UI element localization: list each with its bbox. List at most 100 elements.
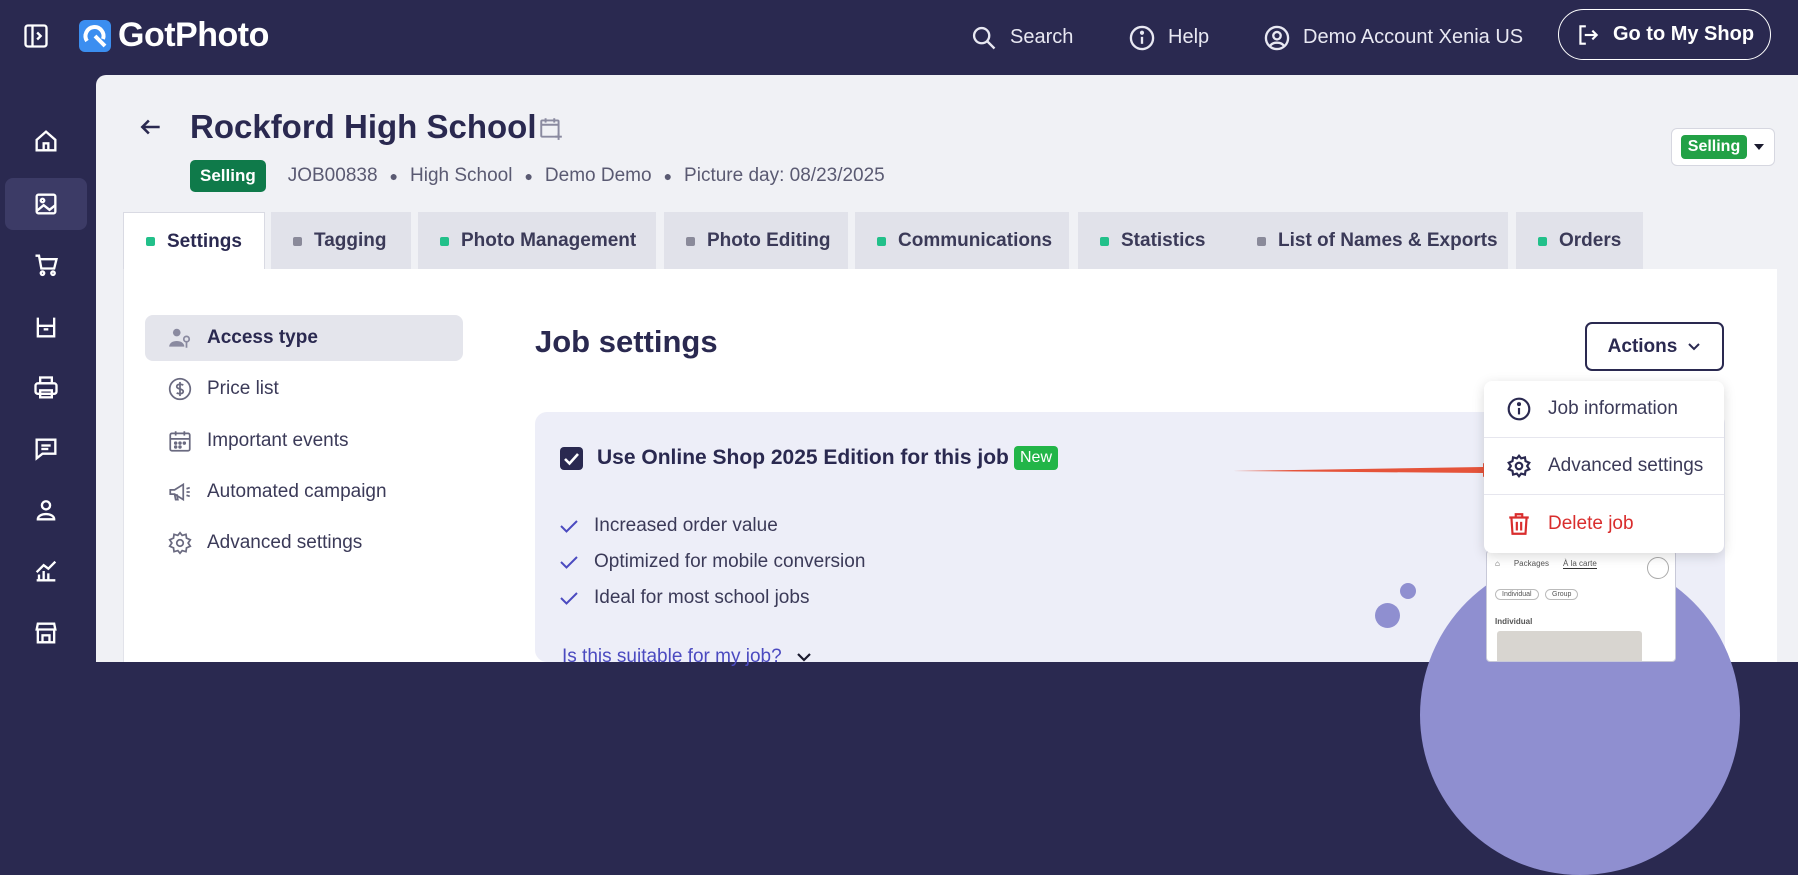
preview-photo	[1497, 631, 1642, 661]
preview-chip: Group	[1545, 589, 1579, 600]
tab-photo-management[interactable]: Photo Management	[418, 212, 656, 270]
account-icon	[1264, 25, 1290, 50]
chevron-down-icon	[796, 653, 811, 662]
image-icon	[35, 193, 57, 215]
sidebar-item-analytics[interactable]	[5, 545, 87, 597]
tab-communications[interactable]: Communications	[855, 212, 1069, 270]
search-link[interactable]: Search	[970, 0, 1073, 75]
shop-preview-image: ⌂ Packages À la carte Individual Group I…	[1486, 550, 1676, 662]
online-shop-checkbox[interactable]	[560, 447, 583, 470]
sidebar-item-orders[interactable]	[5, 239, 87, 291]
sidebar-item-store[interactable]	[5, 607, 87, 659]
sidebar-item-jobs[interactable]	[5, 178, 87, 230]
chart-icon	[35, 560, 57, 582]
meta-separator: ●	[524, 168, 533, 184]
sidebar-item-products[interactable]	[5, 301, 87, 353]
account-menu[interactable]: Demo Account Xenia US	[1263, 0, 1523, 75]
user-icon	[36, 500, 56, 521]
trash-icon	[1509, 512, 1529, 535]
help-info-icon	[1129, 25, 1155, 50]
back-arrow-icon[interactable]	[138, 114, 164, 140]
preview-tab: À la carte	[1562, 559, 1597, 569]
calendar-add-icon[interactable]	[538, 115, 564, 141]
menu-item-job-information[interactable]: Job information	[1484, 381, 1724, 438]
section-heading: Job settings	[535, 324, 718, 359]
check-icon	[560, 556, 578, 569]
calendar-icon	[169, 431, 191, 452]
settings-nav-advanced-settings[interactable]: Advanced settings	[145, 520, 463, 566]
printer-icon	[34, 376, 58, 399]
settings-nav-label: Important events	[207, 430, 349, 451]
logo[interactable]: GotPhoto	[78, 16, 269, 55]
tab-statistics[interactable]: Statistics	[1078, 212, 1250, 270]
chat-icon	[35, 438, 57, 461]
actions-menu: Job information Advanced settings Delete…	[1484, 381, 1724, 553]
help-link[interactable]: Help	[1128, 0, 1209, 75]
tab-settings[interactable]: Settings	[123, 212, 265, 270]
home-icon	[35, 130, 57, 152]
menu-item-advanced-settings[interactable]: Advanced settings	[1484, 438, 1724, 495]
settings-nav-access-type[interactable]: Access type	[145, 315, 463, 361]
settings-nav-label: Access type	[207, 327, 318, 348]
decorative-dot	[1375, 603, 1400, 628]
tab-status-dot	[293, 236, 302, 246]
suitable-link[interactable]: Is this suitable for my job?	[562, 646, 812, 668]
job-id: JOB00838	[287, 165, 378, 186]
settings-nav-important-events[interactable]: Important events	[145, 418, 463, 464]
status-dropdown[interactable]: Selling	[1671, 128, 1775, 166]
tab-status-dot	[686, 236, 695, 246]
sidebar-item-home[interactable]	[5, 115, 87, 167]
tab-label: Statistics	[1121, 230, 1206, 251]
tab-status-dot	[1257, 236, 1266, 246]
tab-photo-editing[interactable]: Photo Editing	[664, 212, 848, 270]
feature-text: Increased order value	[594, 515, 778, 536]
user-key-icon	[169, 328, 191, 348]
menu-item-delete-job[interactable]: Delete job	[1484, 495, 1724, 552]
store-icon	[35, 622, 57, 644]
gear-icon	[1507, 453, 1531, 479]
top-bar: GotPhoto Search Help Demo Account Xenia …	[0, 0, 1798, 75]
job-owner: Demo Demo	[544, 165, 652, 186]
settings-nav-automated-campaign[interactable]: Automated campaign	[145, 469, 463, 515]
feature-item: Ideal for most school jobs	[558, 587, 809, 609]
search-label: Search	[1010, 26, 1074, 48]
preview-section-label: Individual	[1495, 617, 1533, 626]
school-type: High School	[410, 165, 513, 186]
help-label: Help	[1168, 26, 1210, 48]
gotphoto-logo-icon	[79, 19, 111, 52]
actions-button[interactable]: Actions	[1585, 322, 1724, 371]
menu-item-label: Job information	[1548, 398, 1678, 419]
dollar-icon	[168, 377, 192, 401]
gear-icon	[168, 531, 192, 555]
tab-label: Photo Management	[461, 230, 637, 251]
sidebar-item-print[interactable]	[5, 362, 87, 414]
check-icon	[560, 592, 578, 605]
go-to-shop-button[interactable]: Go to My Shop	[1558, 9, 1771, 60]
preview-cart-icon	[1647, 557, 1669, 579]
meta-separator: ●	[389, 168, 398, 184]
main-sidebar	[0, 75, 96, 662]
preview-tabs: ⌂ Packages À la carte	[1495, 559, 1597, 569]
tab-status-dot	[146, 237, 155, 246]
sidebar-toggle-icon[interactable]	[22, 22, 50, 50]
tab-orders[interactable]: Orders	[1516, 212, 1643, 270]
tab-label: Tagging	[314, 230, 387, 251]
preview-chip: Individual	[1495, 589, 1539, 600]
picture-day: Picture day: 08/23/2025	[684, 165, 885, 186]
tab-list-of-names[interactable]: List of Names & Exports	[1235, 212, 1508, 270]
box-icon	[36, 317, 56, 338]
feature-text: Optimized for mobile conversion	[594, 551, 866, 572]
preview-home-icon: ⌂	[1495, 559, 1500, 568]
actions-label: Actions	[1607, 335, 1678, 357]
suitable-link-text: Is this suitable for my job?	[562, 646, 782, 667]
job-meta: Selling JOB00838 ● High School ● Demo De…	[190, 160, 885, 192]
info-icon	[1507, 397, 1531, 421]
settings-nav-label: Price list	[207, 378, 279, 399]
sidebar-item-messages[interactable]	[5, 423, 87, 475]
settings-nav-price-list[interactable]: Price list	[145, 366, 463, 412]
menu-item-label: Delete job	[1548, 512, 1634, 534]
tab-tagging[interactable]: Tagging	[271, 212, 411, 270]
sidebar-item-contacts[interactable]	[5, 484, 87, 536]
logo-text: GotPhoto	[118, 16, 269, 54]
feature-text: Ideal for most school jobs	[594, 587, 810, 608]
